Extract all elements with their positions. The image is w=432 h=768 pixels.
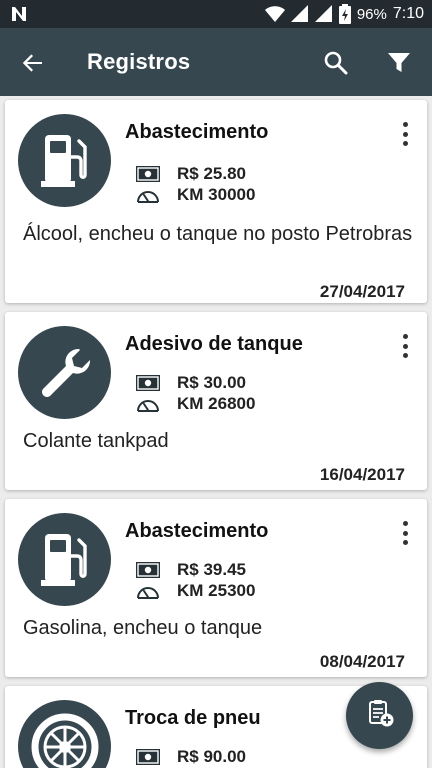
record-km: KM 26800 [177, 394, 256, 413]
record-card[interactable]: Adesivo de tanque R$ 30.00 KM 26800 Cola… [5, 312, 427, 490]
record-title: Abastecimento [125, 520, 269, 542]
records-list[interactable]: Abastecimento R$ 25.80 KM 30000 Álcool, … [0, 96, 432, 768]
record-km: KM 30000 [177, 185, 256, 204]
add-record-button[interactable] [346, 682, 413, 749]
cash-icon [135, 748, 161, 766]
cash-icon [135, 374, 161, 392]
record-date: 16/04/2017 [319, 465, 405, 484]
clipboard-add-icon [365, 698, 395, 733]
filter-icon[interactable] [386, 50, 412, 76]
odometer-icon [135, 395, 161, 413]
page-title: Registros [87, 49, 191, 74]
fuel-pump-icon [18, 513, 111, 606]
signal-icon [290, 5, 309, 23]
record-title: Abastecimento [125, 121, 269, 143]
record-price: R$ 30.00 [177, 373, 246, 392]
signal-icon-2 [314, 5, 333, 23]
record-note: Colante tankpad [23, 430, 169, 452]
record-title: Troca de pneu [125, 707, 261, 729]
record-date: 27/04/2017 [319, 282, 405, 301]
clock: 7:10 [392, 5, 424, 22]
search-icon[interactable] [323, 50, 349, 76]
battery-percent: 96% [356, 5, 387, 23]
back-arrow-icon[interactable] [20, 50, 46, 76]
cash-icon [135, 561, 161, 579]
record-card[interactable]: Abastecimento R$ 25.80 KM 30000 Álcool, … [5, 100, 427, 303]
more-options-icon[interactable] [395, 519, 415, 547]
odometer-icon [135, 186, 161, 204]
status-bar: 96% 7:10 [0, 0, 432, 28]
odometer-icon [135, 582, 161, 600]
cash-icon [135, 165, 161, 183]
record-price: R$ 90.00 [177, 747, 246, 766]
app-bar: Registros [0, 28, 432, 96]
battery-icon [338, 4, 351, 24]
more-options-icon[interactable] [395, 120, 415, 148]
notification-n-icon [10, 5, 28, 23]
record-date: 08/04/2017 [319, 652, 405, 671]
record-card[interactable]: Abastecimento R$ 39.45 KM 25300 Gasolina… [5, 499, 427, 677]
record-price: R$ 25.80 [177, 164, 246, 183]
record-price: R$ 39.45 [177, 560, 246, 579]
tire-icon [18, 700, 111, 768]
fuel-pump-icon [18, 114, 111, 207]
record-km: KM 25300 [177, 581, 256, 600]
record-note: Álcool, encheu o tanque no posto Petrobr… [23, 223, 413, 245]
more-options-icon[interactable] [395, 332, 415, 360]
wifi-icon [264, 5, 285, 23]
record-note: Gasolina, encheu o tanque [23, 617, 263, 639]
wrench-icon [18, 326, 111, 419]
record-title: Adesivo de tanque [125, 333, 303, 355]
